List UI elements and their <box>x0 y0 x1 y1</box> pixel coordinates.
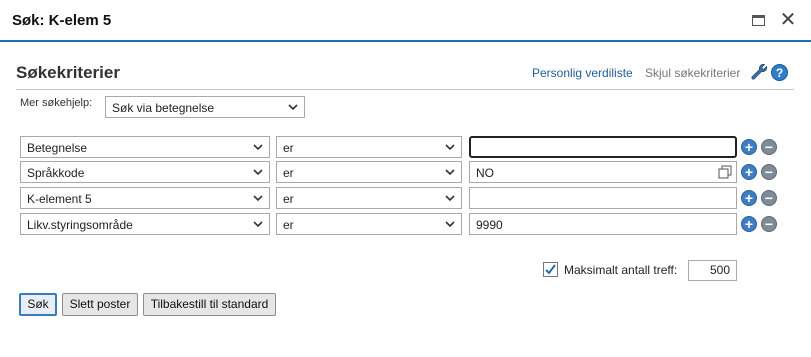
chevron-down-icon <box>253 192 263 202</box>
search-help-select[interactable]: Søk via betegnelse <box>105 96 305 118</box>
reset-default-button[interactable]: Tilbakestill til standard <box>143 293 276 316</box>
criteria-value-input[interactable]: NO <box>469 161 737 183</box>
criteria-operator-value: er <box>283 218 294 232</box>
criteria-operator-select[interactable]: er <box>276 161 462 183</box>
criteria-operator-select[interactable]: er <box>276 187 462 209</box>
chevron-down-icon <box>445 218 455 228</box>
add-row-button[interactable]: + <box>741 216 757 232</box>
criteria-value-input[interactable] <box>469 187 737 209</box>
criteria-value-input[interactable] <box>469 136 737 158</box>
criteria-value-input[interactable]: 9990 <box>469 213 737 235</box>
max-hits-input[interactable]: 500 <box>688 260 737 281</box>
chevron-down-icon <box>445 166 455 176</box>
dialog-titlebar: Søk: K-elem 5 ✕ <box>0 0 811 42</box>
chevron-down-icon <box>445 192 455 202</box>
chevron-down-icon <box>288 101 298 111</box>
max-hits-label: Maksimalt antall treff: <box>564 263 678 277</box>
hide-criteria-link[interactable]: Skjul søkekriterier <box>645 66 740 80</box>
dialog-title: Søk: K-elem 5 <box>12 12 112 29</box>
add-row-button[interactable]: + <box>741 164 757 180</box>
search-help-value: Søk via betegnelse <box>112 101 215 115</box>
criteria-field-value: Språkkode <box>27 166 85 180</box>
criteria-field-select[interactable]: K-element 5 <box>20 187 270 209</box>
criteria-operator-value: er <box>283 192 294 206</box>
criteria-title: Søkekriterier <box>16 63 120 82</box>
chevron-down-icon <box>253 141 263 151</box>
remove-row-button[interactable]: − <box>761 216 777 232</box>
help-icon[interactable]: ? <box>771 64 788 81</box>
criteria-field-select[interactable]: Betegnelse <box>20 136 270 158</box>
personal-value-list-link[interactable]: Personlig verdiliste <box>532 66 633 80</box>
criteria-field-select[interactable]: Likv.styringsområde <box>20 213 270 235</box>
chevron-down-icon <box>253 218 263 228</box>
criteria-field-select[interactable]: Språkkode <box>20 161 270 183</box>
criteria-field-value: Likv.styringsområde <box>27 218 133 232</box>
search-button[interactable]: Søk <box>19 293 57 316</box>
criteria-field-value: K-element 5 <box>27 192 92 206</box>
criteria-operator-select[interactable]: er <box>276 136 462 158</box>
chevron-down-icon <box>253 166 263 176</box>
remove-row-button[interactable]: − <box>761 139 777 155</box>
criteria-field-value: Betegnelse <box>27 141 88 155</box>
criteria-operator-value: er <box>283 166 294 180</box>
delete-entries-button[interactable]: Slett poster <box>62 293 138 316</box>
search-help-label: Mer søkehjelp: <box>20 97 93 109</box>
close-icon[interactable]: ✕ <box>779 10 797 30</box>
remove-row-button[interactable]: − <box>761 190 777 206</box>
criteria-operator-value: er <box>283 141 294 155</box>
criteria-value-text: 9990 <box>476 218 503 232</box>
search-dialog: Søk: K-elem 5 ✕ Søkekriterier Personlig … <box>0 0 811 357</box>
wrench-icon[interactable] <box>750 63 768 81</box>
criteria-operator-select[interactable]: er <box>276 213 462 235</box>
criteria-value-text: NO <box>476 166 494 180</box>
value-help-icon[interactable] <box>718 165 732 179</box>
criteria-header: Søkekriterier Personlig verdiliste Skjul… <box>16 60 794 90</box>
maximize-icon[interactable] <box>750 12 768 30</box>
add-row-button[interactable]: + <box>741 139 757 155</box>
remove-row-button[interactable]: − <box>761 164 777 180</box>
max-hits-checkbox[interactable] <box>543 262 558 277</box>
add-row-button[interactable]: + <box>741 190 757 206</box>
chevron-down-icon <box>445 141 455 151</box>
